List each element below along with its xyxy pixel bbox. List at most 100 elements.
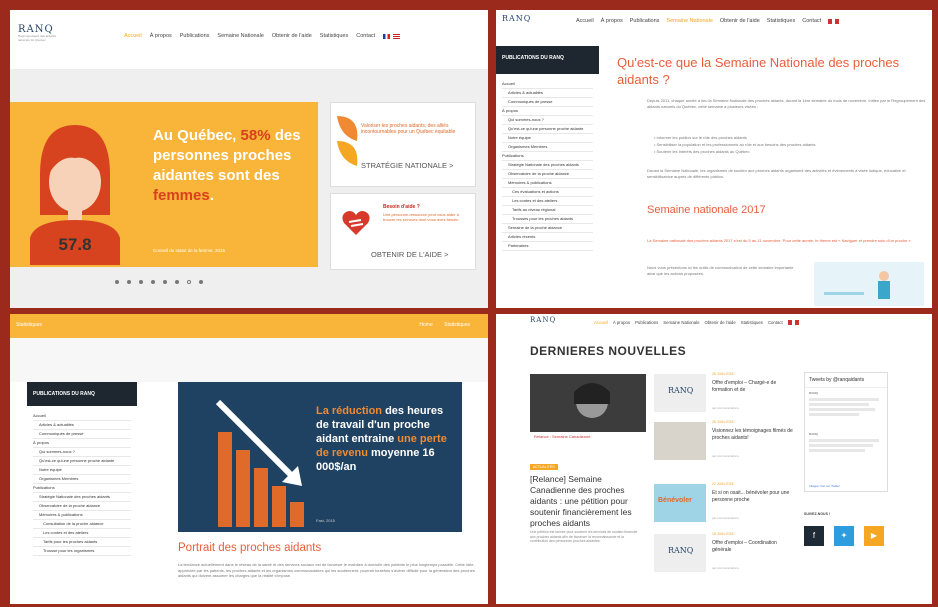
carousel-dot[interactable] bbox=[151, 280, 155, 284]
tweet[interactable]: RANQ bbox=[805, 429, 887, 455]
nav-semaine-nationale[interactable]: Semaine Nationale bbox=[217, 33, 263, 39]
nav-contact[interactable]: Contact bbox=[356, 33, 375, 39]
sidebar-item[interactable]: Consultation de la proche aidance bbox=[33, 520, 131, 529]
carousel-dot-active[interactable] bbox=[187, 280, 191, 284]
news-thumbnail[interactable] bbox=[654, 422, 706, 460]
carousel-dot[interactable] bbox=[115, 280, 119, 284]
nav-contact[interactable]: Contact bbox=[802, 18, 821, 24]
sidebar-item[interactable]: Qu'est-ce qu'une personne proche aidante bbox=[502, 125, 593, 134]
sidebar-item[interactable]: Semaine de la proche aidance bbox=[502, 224, 593, 233]
hero-banner[interactable]: 57.8 Au Québec, 58% des personnes proche… bbox=[10, 102, 318, 267]
sidebar-item[interactable]: Tarifs au niveau régional bbox=[502, 206, 593, 215]
carousel-dot[interactable] bbox=[175, 280, 179, 284]
sidebar-item[interactable]: Mémoires & publications bbox=[502, 179, 593, 188]
breadcrumb-home[interactable]: Home bbox=[419, 322, 432, 328]
sidebar-item[interactable]: Observatoire de la proche aidance bbox=[502, 170, 593, 179]
news-item[interactable]: Bénévoler 22 JUIN 2018 Et si on osait...… bbox=[654, 482, 794, 532]
nav-obtenir-aide[interactable]: Obtenir de l'aide bbox=[705, 320, 736, 325]
nav-statistiques[interactable]: Statistiques bbox=[320, 33, 348, 39]
sidebar-item[interactable]: À propos bbox=[33, 439, 131, 448]
category-badge[interactable]: ACTUALITÉS bbox=[530, 464, 558, 470]
flag-en-icon[interactable] bbox=[393, 33, 401, 39]
nav-publications[interactable]: Publications bbox=[630, 18, 660, 24]
news-thumbnail[interactable]: RANQ bbox=[654, 534, 706, 572]
sidebar-item[interactable]: Articles récents bbox=[502, 233, 593, 242]
nav-a-propos[interactable]: À propos bbox=[601, 18, 623, 24]
news-title[interactable]: Offre d'emploi – Chargé-e de formation e… bbox=[712, 380, 794, 393]
sidebar-item[interactable]: Accueil bbox=[33, 412, 131, 421]
news-title[interactable]: Visionnez les témoignages filmés de proc… bbox=[712, 428, 794, 441]
nav-publications[interactable]: Publications bbox=[180, 33, 210, 39]
sidebar-item[interactable]: Organismes Membres bbox=[33, 475, 131, 484]
sidebar-item[interactable]: Communiqués de presse bbox=[502, 98, 593, 107]
sidebar-item[interactable]: Trousses pour les proches aidants bbox=[502, 215, 593, 224]
carousel-dot[interactable] bbox=[139, 280, 143, 284]
sidebar-item[interactable]: Les contes et des ateliers bbox=[502, 197, 593, 206]
sidebar-item[interactable]: Partenaires bbox=[502, 242, 593, 251]
twitter-widget[interactable]: Tweets by @ranqaidants RANQ RANQ Intégre… bbox=[804, 372, 888, 492]
news-item[interactable]: RANQ 15 JUIN 2018 Offre d'emploi – Coord… bbox=[654, 532, 794, 582]
sidebar-item[interactable]: Qu'est-ce qu'une personne proche aidante bbox=[33, 457, 131, 466]
flag-fr-icon[interactable] bbox=[383, 33, 391, 39]
nav-semaine-nationale[interactable]: Semaine Nationale bbox=[666, 18, 712, 24]
twitter-footer[interactable]: Intégrer Voir sur Twitter bbox=[809, 484, 840, 488]
sidebar-item[interactable]: Publications bbox=[502, 152, 593, 161]
sidebar-item[interactable]: Notre équipe bbox=[502, 134, 593, 143]
sidebar-item[interactable]: Trousse pour les organismes bbox=[33, 547, 131, 556]
flag-en-icon[interactable] bbox=[794, 320, 799, 325]
flag-fr-icon[interactable] bbox=[828, 18, 833, 24]
sidebar-item[interactable]: Organismes Membres bbox=[502, 143, 593, 152]
help-link[interactable]: OBTENIR DE L'AIDE > bbox=[371, 250, 449, 259]
news-thumbnail[interactable]: RANQ bbox=[654, 374, 706, 412]
ranq-logo[interactable]: RANQ Regroupement des aidants naturels d… bbox=[18, 24, 58, 42]
sidebar-item[interactable]: Articles & actualités bbox=[502, 89, 593, 98]
facebook-icon[interactable]: f bbox=[804, 526, 824, 546]
strategy-card[interactable]: Valoriser les proches aidants, des allié… bbox=[330, 102, 476, 187]
sidebar-item[interactable]: À propos bbox=[502, 107, 593, 116]
flag-fr-icon[interactable] bbox=[787, 320, 792, 325]
nav-contact[interactable]: Contact bbox=[768, 320, 783, 325]
help-card[interactable]: Besoin d'aide ? Une personne-ressource p… bbox=[330, 193, 476, 270]
news-title[interactable]: Et si on osait... bénévoler pour une per… bbox=[712, 490, 794, 503]
sidebar-item[interactable]: Articles & actualités bbox=[33, 421, 131, 430]
ranq-logo[interactable]: RANQ bbox=[530, 316, 556, 324]
news-thumbnail[interactable]: Bénévoler bbox=[654, 484, 706, 522]
sidebar-item[interactable]: Stratégie Nationale des proches aidants bbox=[502, 161, 593, 170]
nav-obtenir-aide[interactable]: Obtenir de l'aide bbox=[720, 18, 760, 24]
sidebar-item[interactable]: Stratégie Nationale des proches aidants bbox=[33, 493, 131, 502]
sidebar-item[interactable]: Ces évaluations et actions bbox=[502, 188, 593, 197]
news-title[interactable]: Offre d'emploi – Coordination générale bbox=[712, 540, 794, 553]
nav-accueil[interactable]: Accueil bbox=[594, 320, 608, 325]
nav-accueil[interactable]: Accueil bbox=[124, 33, 142, 39]
sidebar-item[interactable]: Publications bbox=[33, 484, 131, 493]
sidebar-item[interactable]: Observatoire de la proche aidance bbox=[33, 502, 131, 511]
flag-en-icon[interactable] bbox=[835, 18, 840, 24]
sidebar-item[interactable]: Mémoires & publications bbox=[33, 511, 131, 520]
nav-a-propos[interactable]: À propos bbox=[150, 33, 172, 39]
nav-accueil[interactable]: Accueil bbox=[576, 18, 594, 24]
nav-publications[interactable]: Publications bbox=[635, 320, 658, 325]
carousel-dot[interactable] bbox=[199, 280, 203, 284]
strategy-link[interactable]: STRATÉGIE NATIONALE > bbox=[361, 161, 453, 170]
sidebar-item[interactable]: Accueil bbox=[502, 80, 593, 89]
sidebar-item[interactable]: Qui sommes-nous ? bbox=[33, 448, 131, 457]
news-item[interactable]: RANQ 26 JUIN 2018 Offre d'emploi – Charg… bbox=[654, 372, 794, 422]
ranq-logo[interactable]: RANQ bbox=[502, 14, 531, 23]
carousel-dot[interactable] bbox=[163, 280, 167, 284]
tweet[interactable]: RANQ bbox=[805, 388, 887, 419]
featured-news-title[interactable]: [Relance] Semaine Canadienne des proches… bbox=[530, 474, 646, 529]
sidebar-item[interactable]: Communiqués de presse bbox=[33, 430, 131, 439]
sidebar-item[interactable]: Les contes et des ateliers bbox=[33, 529, 131, 538]
news-item[interactable]: 26 JUIN 2018 Visionnez les témoignages f… bbox=[654, 420, 794, 470]
nav-statistiques[interactable]: Statistiques bbox=[767, 18, 795, 24]
twitter-header[interactable]: Tweets by @ranqaidants bbox=[805, 373, 887, 388]
twitter-icon[interactable]: ✦ bbox=[834, 526, 854, 546]
carousel-dot[interactable] bbox=[127, 280, 131, 284]
sidebar-item[interactable]: Tarifs pour les proches aidants bbox=[33, 538, 131, 547]
nav-a-propos[interactable]: À propos bbox=[613, 320, 630, 325]
sidebar-item[interactable]: Notre équipe bbox=[33, 466, 131, 475]
nav-obtenir-aide[interactable]: Obtenir de l'aide bbox=[272, 33, 312, 39]
youtube-icon[interactable]: ▶ bbox=[864, 526, 884, 546]
sidebar-item[interactable]: Qui sommes-nous ? bbox=[502, 116, 593, 125]
nav-statistiques[interactable]: Statistiques bbox=[741, 320, 763, 325]
